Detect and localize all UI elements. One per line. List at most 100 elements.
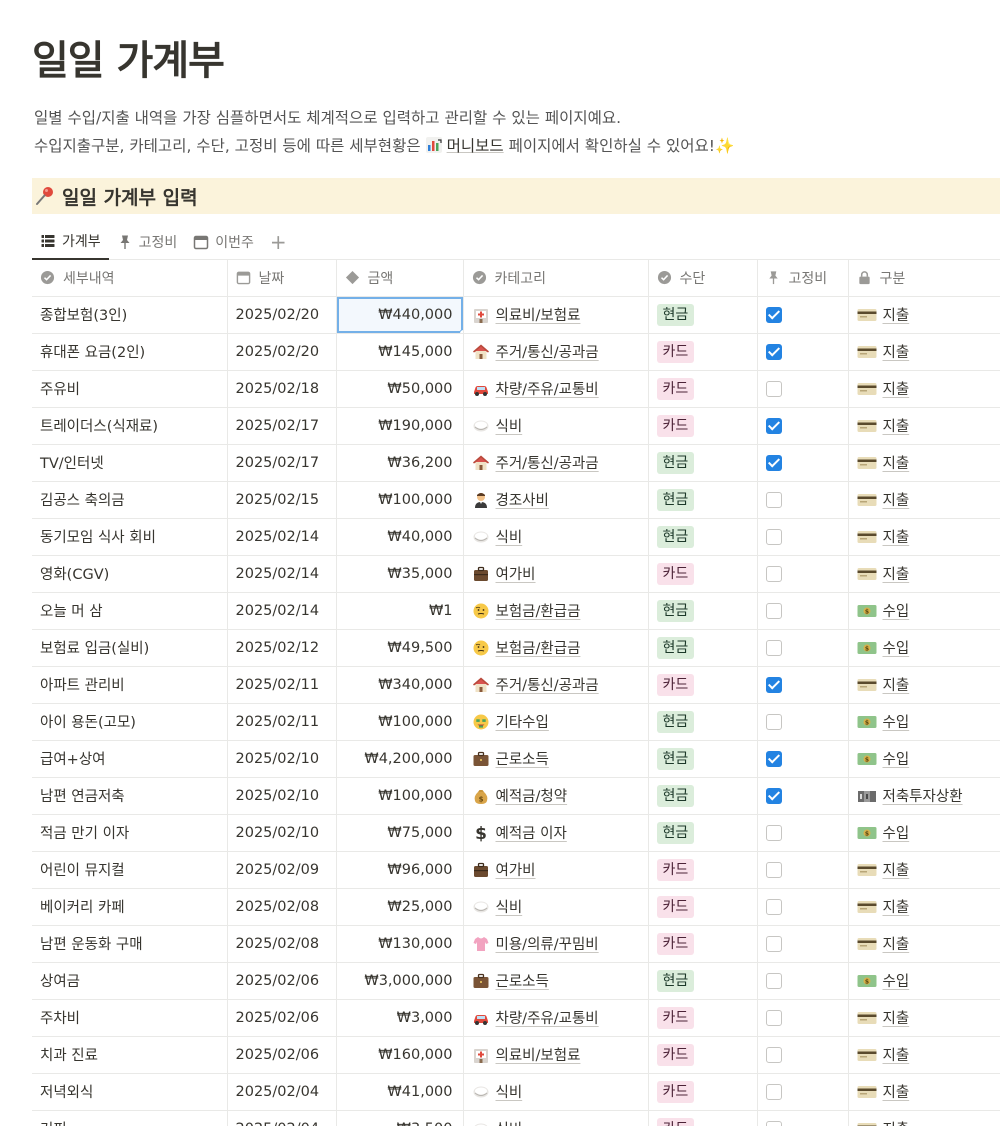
cell-date[interactable]: 2025/02/10 [227, 740, 337, 778]
fixed-checkbox[interactable] [765, 787, 782, 804]
category-link[interactable]: 주거/통신/공과금 [496, 674, 599, 695]
table-row[interactable]: 상여금 2025/02/06 ₩3,000,000 근로소득 현금 $ 수입 [32, 962, 1000, 1000]
cell-date[interactable]: 2025/02/17 [227, 444, 337, 482]
cell-class[interactable]: $ 수입 [848, 740, 1000, 778]
tab-this-week[interactable]: 이번주 [185, 224, 262, 260]
category-link[interactable]: 차량/주유/교통비 [496, 1007, 599, 1028]
category-link[interactable]: 식비 [496, 415, 523, 436]
cell-method[interactable]: 카드 [648, 888, 758, 926]
cell-method[interactable]: 현금 [648, 481, 758, 519]
class-link[interactable]: 지출 [883, 896, 910, 917]
cell-amount[interactable]: ₩36,200 [336, 444, 464, 482]
cell-class[interactable]: 지출 [848, 925, 1000, 963]
class-link[interactable]: 지출 [883, 378, 910, 399]
cell-category[interactable]: 식비 [463, 1073, 649, 1111]
fixed-checkbox[interactable] [765, 491, 782, 508]
cell-date[interactable]: 2025/02/08 [227, 925, 337, 963]
cell-name[interactable]: 휴대폰 요금(2인) [32, 333, 228, 371]
cell-category[interactable]: 주거/통신/공과금 [463, 666, 649, 704]
fixed-checkbox[interactable] [765, 380, 782, 397]
cell-name[interactable]: 오늘 머 삼 [32, 592, 228, 630]
fixed-checkbox[interactable] [765, 639, 782, 656]
cell-method[interactable]: 현금 [648, 703, 758, 741]
category-link[interactable]: 여가비 [496, 859, 536, 880]
cell-name[interactable]: 적금 만기 이자 [32, 814, 228, 852]
cell-method[interactable]: 카드 [648, 1073, 758, 1111]
cell-method[interactable]: 카드 [648, 999, 758, 1037]
fixed-checkbox[interactable] [765, 935, 782, 952]
cell-method[interactable]: 카드 [648, 851, 758, 889]
cell-name[interactable]: 남편 연금저축 [32, 777, 228, 815]
category-link[interactable]: 식비 [496, 1118, 523, 1126]
class-link[interactable]: 수입 [883, 822, 910, 843]
table-row[interactable]: 급여+상여 2025/02/10 ₩4,200,000 근로소득 현금 $ 수입 [32, 740, 1000, 778]
cell-amount[interactable]: ₩130,000 [336, 925, 464, 963]
cell-name[interactable]: 보험료 입금(실비) [32, 629, 228, 667]
fixed-checkbox[interactable] [765, 1120, 782, 1126]
cell-method[interactable]: 현금 [648, 962, 758, 1000]
table-row[interactable]: 휴대폰 요금(2인) 2025/02/20 ₩145,000 주거/통신/공과금 카드 지… [32, 333, 1000, 371]
cell-amount[interactable]: ₩190,000 [336, 407, 464, 445]
cell-method[interactable]: 현금 [648, 592, 758, 630]
cell-class[interactable]: 지출 [848, 518, 1000, 556]
class-link[interactable]: 지출 [883, 1081, 910, 1102]
class-link[interactable]: 지출 [883, 1118, 910, 1126]
class-link[interactable]: 지출 [883, 341, 910, 362]
table-row[interactable]: 어린이 뮤지컬 2025/02/09 ₩96,000 여가비 카드 지출 [32, 851, 1000, 889]
cell-method[interactable]: 현금 [648, 296, 758, 334]
cell-category[interactable]: 주거/통신/공과금 [463, 444, 649, 482]
cell-class[interactable]: 지출 [848, 407, 1000, 445]
fixed-checkbox[interactable] [765, 528, 782, 545]
cell-fixed[interactable] [757, 851, 849, 889]
cell-class[interactable]: 지출 [848, 555, 1000, 593]
cell-fixed[interactable] [757, 629, 849, 667]
cell-category[interactable]: $ 예적금/청약 [463, 777, 649, 815]
cell-fixed[interactable] [757, 296, 849, 334]
cell-fixed[interactable] [757, 444, 849, 482]
table-row[interactable]: 주차비 2025/02/06 ₩3,000 차량/주유/교통비 카드 지출 [32, 999, 1000, 1037]
cell-fixed[interactable] [757, 592, 849, 630]
cell-date[interactable]: 2025/02/10 [227, 777, 337, 815]
class-link[interactable]: 지출 [883, 933, 910, 954]
cell-category[interactable]: 근로소득 [463, 740, 649, 778]
cell-category[interactable]: 기타수입 [463, 703, 649, 741]
table-row[interactable]: 아이 용돈(고모) 2025/02/11 ₩100,000 기타수입 현금 $ 수입 [32, 703, 1000, 741]
cell-fixed[interactable] [757, 777, 849, 815]
table-row[interactable]: 오늘 머 삼 2025/02/14 ₩1 보험금/환급금 현금 $ 수입 [32, 592, 1000, 630]
cell-name[interactable]: 주차비 [32, 999, 228, 1037]
table-row[interactable]: 베이커리 카페 2025/02/08 ₩25,000 식비 카드 지출 [32, 888, 1000, 926]
cell-date[interactable]: 2025/02/10 [227, 814, 337, 852]
cell-name[interactable]: 주유비 [32, 370, 228, 408]
cell-amount[interactable]: ₩100,000 [336, 777, 464, 815]
category-link[interactable]: 예적금/청약 [496, 785, 568, 806]
cell-name[interactable]: 아파트 관리비 [32, 666, 228, 704]
cell-date[interactable]: 2025/02/11 [227, 666, 337, 704]
fixed-checkbox[interactable] [765, 750, 782, 767]
cell-name[interactable]: 아이 용돈(고모) [32, 703, 228, 741]
moneyboard-link[interactable]: 머니보드 [447, 137, 504, 155]
cell-class[interactable]: 지출 [848, 333, 1000, 371]
cell-fixed[interactable] [757, 1110, 849, 1126]
cell-method[interactable]: 카드 [648, 1036, 758, 1074]
cell-amount[interactable]: ₩96,000 [336, 851, 464, 889]
cell-category[interactable]: 보험금/환급금 [463, 592, 649, 630]
fixed-checkbox[interactable] [765, 417, 782, 434]
cell-category[interactable]: 미용/의류/꾸밈비 [463, 925, 649, 963]
tab-household[interactable]: 가계부 [32, 224, 109, 260]
cell-amount[interactable]: ₩50,000 [336, 370, 464, 408]
cell-name[interactable]: TV/인터넷 [32, 444, 228, 482]
cell-category[interactable]: 차량/주유/교통비 [463, 999, 649, 1037]
cell-amount[interactable]: ₩340,000 [336, 666, 464, 704]
cell-method[interactable]: 카드 [648, 666, 758, 704]
table-row[interactable]: 남편 운동화 구매 2025/02/08 ₩130,000 미용/의류/꾸밈비 카드 지출 [32, 925, 1000, 963]
class-link[interactable]: 지출 [883, 563, 910, 584]
cell-date[interactable]: 2025/02/06 [227, 1036, 337, 1074]
cell-class[interactable]: 지출 [848, 1073, 1000, 1111]
cell-class[interactable]: 지출 [848, 999, 1000, 1037]
table-row[interactable]: 치과 진료 2025/02/06 ₩160,000 의료비/보험료 카드 지출 [32, 1036, 1000, 1074]
cell-class[interactable]: $ 수입 [848, 592, 1000, 630]
cell-amount[interactable]: ₩100,000 [336, 703, 464, 741]
cell-method[interactable]: 카드 [648, 333, 758, 371]
cell-fixed[interactable] [757, 999, 849, 1037]
cell-date[interactable]: 2025/02/20 [227, 296, 337, 334]
